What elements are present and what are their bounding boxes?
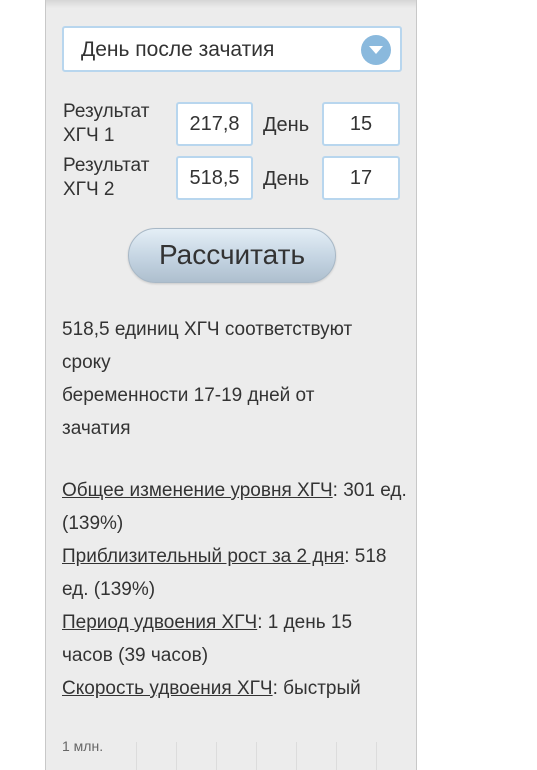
result-line-4: зачатия <box>62 418 131 439</box>
day-2-input[interactable]: 17 <box>322 156 400 200</box>
hcg-result-2-label: Результат ХГЧ 2 <box>63 155 150 200</box>
growth-stat: Приблизительный рост за 2 дня: 518 ед. (… <box>62 546 387 600</box>
doubling-speed-stat: Скорость удвоения ХГЧ: быстрый <box>62 678 361 699</box>
chart-gridline <box>376 742 377 770</box>
hcg-calculator-panel: День после зачатия Результат ХГЧ 1 217,8… <box>45 0 417 770</box>
result-text: 518,5 единиц ХГЧ соответствуют сроку бер… <box>62 313 402 445</box>
result-line-3: беременности 17-19 дней от <box>62 385 315 406</box>
total-change-label: Общее изменение уровня ХГЧ <box>62 480 333 501</box>
day-1-input[interactable]: 15 <box>322 102 400 146</box>
day-1-label: День <box>263 114 310 136</box>
result-line-1: 518,5 единиц ХГЧ соответствуют <box>62 319 353 340</box>
day-2-label: День <box>263 168 310 190</box>
doubling-period-label: Период удвоения ХГЧ <box>62 612 258 633</box>
chart-gridline <box>296 742 297 770</box>
chevron-down-icon[interactable] <box>361 35 391 65</box>
hcg-result-2-input[interactable]: 518,5 <box>176 156 253 200</box>
result-line-2: сроку <box>62 352 111 373</box>
mode-select[interactable]: День после зачатия <box>62 26 402 72</box>
top-shadow <box>46 0 416 8</box>
doubling-period-stat: Период удвоения ХГЧ: 1 день 15 часов (39… <box>62 612 353 666</box>
chart-gridline <box>176 742 177 770</box>
chart-gridline <box>136 742 137 770</box>
doubling-speed-value: быстрый <box>283 678 361 699</box>
hcg-result-1-label: Результат ХГЧ 1 <box>63 101 150 146</box>
doubling-speed-label: Скорость удвоения ХГЧ <box>62 678 273 699</box>
calculate-button[interactable]: Рассчитать <box>128 228 336 283</box>
chart-gridline <box>336 742 337 770</box>
stats-block: Общее изменение уровня ХГЧ: 301 ед. (139… <box>62 474 407 705</box>
chart-gridline <box>256 742 257 770</box>
growth-label: Приблизительный рост за 2 дня <box>62 546 345 567</box>
mode-select-value: День после зачатия <box>81 38 275 61</box>
chart-gridline <box>216 742 217 770</box>
hcg-result-1-input[interactable]: 217,8 <box>176 102 253 146</box>
chart-y-axis-label: 1 млн. <box>62 738 104 754</box>
total-change-stat: Общее изменение уровня ХГЧ: 301 ед. (139… <box>62 480 407 534</box>
